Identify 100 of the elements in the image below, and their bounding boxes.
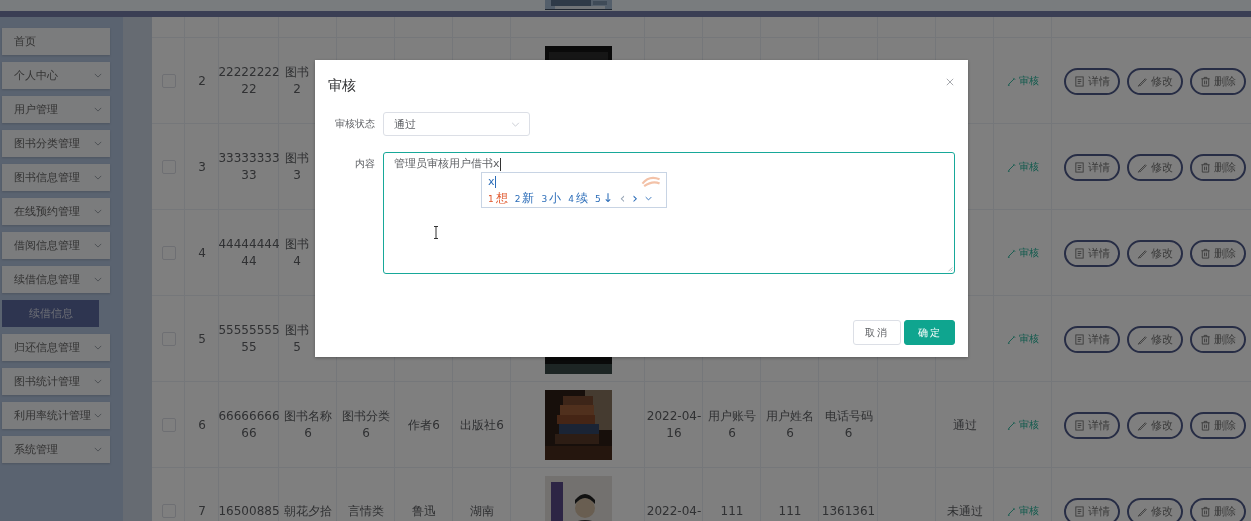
chevron-down-icon (94, 73, 102, 78)
review-link[interactable]: 审核 (1007, 160, 1039, 174)
menu-item[interactable]: 个人中心 (2, 62, 110, 89)
table-cell: 5 (198, 330, 206, 348)
candidate-item[interactable]: 1 想 (488, 189, 508, 207)
edit-button[interactable]: 修改 (1127, 239, 1183, 267)
table-cell: 图书 4 (285, 236, 309, 270)
edit-button[interactable]: 修改 (1127, 325, 1183, 353)
table-cell: 言情类 (348, 502, 384, 520)
menu-item[interactable]: 首页 (2, 28, 110, 55)
table-cell: 2022-04- 16 (646, 408, 702, 442)
next-page-button[interactable]: › (632, 191, 638, 205)
chevron-down-icon (94, 209, 102, 214)
table-cell: 22222222 22 (219, 64, 279, 98)
table-cell: 作者6 (408, 416, 440, 434)
candidate-item[interactable]: 5 ↓ (594, 191, 613, 205)
table-cell: 3 (198, 158, 206, 176)
delete-button[interactable]: 删除 (1190, 67, 1246, 95)
delete-button[interactable]: 删除 (1190, 411, 1246, 439)
table-cell: 图书名称 6 (284, 408, 332, 442)
pen-icon (1007, 334, 1016, 344)
table-cell: 未通过 (947, 502, 983, 520)
candidate-item[interactable]: 4 续 (568, 189, 588, 207)
menu-item[interactable]: 图书信息管理 (2, 164, 110, 191)
document-icon (1074, 419, 1085, 431)
table-cell: 1361361 (821, 502, 876, 520)
table-cell: 111 (720, 502, 744, 520)
pen-icon (1137, 505, 1148, 517)
pen-icon (1137, 333, 1148, 345)
close-icon[interactable] (946, 77, 954, 86)
chevron-down-icon[interactable] (644, 195, 652, 201)
document-icon (1074, 333, 1085, 345)
pen-icon (1137, 161, 1148, 173)
delete-button[interactable]: 删除 (1190, 497, 1246, 521)
confirm-button[interactable]: 确定 (904, 320, 955, 345)
table-cell: 鲁迅 (412, 502, 436, 520)
edit-button[interactable]: 修改 (1127, 411, 1183, 439)
trash-icon (1200, 247, 1211, 259)
delete-button[interactable]: 删除 (1190, 325, 1246, 353)
review-link[interactable]: 审核 (1007, 246, 1039, 260)
table-cell: 55555555 55 (219, 322, 279, 356)
trash-icon (1200, 505, 1211, 517)
document-icon (1074, 505, 1085, 517)
menu-item[interactable]: 利用率统计管理 (2, 402, 110, 429)
resize-grip-icon (947, 266, 953, 272)
table-cell: 4 (198, 244, 206, 262)
menu-item[interactable]: 图书分类管理 (2, 130, 110, 157)
menu-item[interactable]: 图书统计管理 (2, 368, 110, 395)
review-link[interactable]: 审核 (1007, 332, 1039, 346)
ime-composition: x (488, 175, 495, 188)
menu-item[interactable]: 续借信息管理 (2, 266, 110, 293)
table-cell: 电话号码 6 (824, 408, 873, 442)
table-cell: 朝花夕拾 (284, 502, 332, 520)
review-link[interactable]: 审核 (1007, 504, 1039, 518)
trash-icon (1200, 419, 1211, 431)
table-cell: 2022-04- (646, 502, 702, 520)
pen-icon (1007, 248, 1016, 258)
menu-item[interactable]: 归还信息管理 (2, 334, 110, 361)
status-select[interactable]: 通过 (383, 112, 530, 136)
chevron-down-icon (94, 175, 102, 180)
delete-button[interactable]: 删除 (1190, 153, 1246, 181)
table-cell: 用户账号 6 (708, 408, 756, 442)
candidate-item[interactable]: 3 小 (541, 189, 562, 207)
edit-button[interactable]: 修改 (1127, 153, 1183, 181)
chevron-down-icon (94, 345, 102, 350)
pen-icon (1137, 247, 1148, 259)
chevron-down-icon (94, 413, 102, 418)
table-cell: 通过 (953, 416, 977, 434)
table-cell: 111 (778, 502, 802, 520)
edit-button[interactable]: 修改 (1127, 67, 1183, 95)
chevron-down-icon (94, 141, 102, 146)
review-link[interactable]: 审核 (1007, 418, 1039, 432)
chevron-down-icon (94, 379, 102, 384)
pen-icon (1137, 419, 1148, 431)
table-cell: 用户姓名 6 (766, 408, 814, 442)
chevron-down-icon (94, 277, 102, 282)
cancel-button[interactable]: 取消 (853, 320, 901, 345)
chevron-down-icon (94, 107, 102, 112)
dialog-title: 审核 (328, 77, 356, 95)
menu-item[interactable]: 在线预约管理 (2, 198, 110, 225)
delete-button[interactable]: 删除 (1190, 239, 1246, 267)
menu-item[interactable]: 系统管理 (2, 436, 110, 463)
document-icon (1074, 247, 1085, 259)
trash-icon (1200, 161, 1211, 173)
candidate-item[interactable]: 2 新 (514, 189, 535, 207)
menu-item[interactable]: 借阅信息管理 (2, 232, 110, 259)
menu-item[interactable]: 用户管理 (2, 96, 110, 123)
pen-icon (1137, 75, 1148, 87)
text-cursor-icon (433, 226, 439, 239)
chevron-down-icon (511, 121, 520, 127)
table-cell: 湖南 (470, 502, 494, 520)
table-cell: 图书 5 (285, 322, 309, 356)
chevron-down-icon (94, 243, 102, 248)
review-link[interactable]: 审核 (1007, 74, 1039, 88)
document-icon (1074, 75, 1085, 87)
table-cell: 66666666 66 (219, 408, 279, 442)
edit-button[interactable]: 修改 (1127, 497, 1183, 521)
pen-icon (1007, 506, 1016, 516)
field-label: 审核状态 (334, 117, 375, 131)
table-cell: 44444444 44 (219, 236, 279, 270)
